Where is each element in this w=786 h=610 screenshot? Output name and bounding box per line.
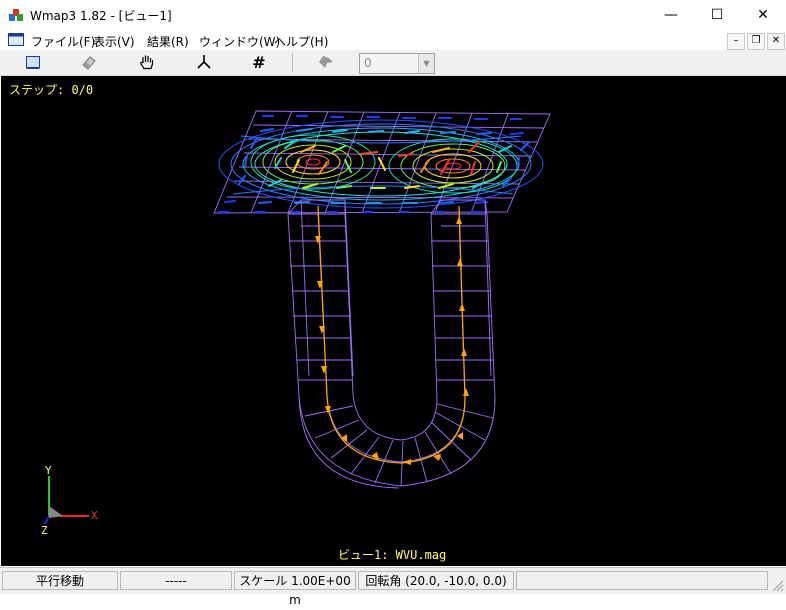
menu-file[interactable]: ファイル(F) (31, 33, 95, 50)
mdi-restore-button[interactable]: ❐ (747, 33, 765, 50)
axis-label-y: Y (45, 464, 52, 477)
axis-label-z: Z (41, 524, 48, 537)
resize-grip-icon[interactable] (770, 578, 784, 592)
shape-icon (319, 56, 333, 68)
frame-icon (26, 55, 40, 69)
maximize-button[interactable]: ☐ (694, 0, 740, 30)
document-window-icon[interactable] (8, 33, 24, 46)
status-bar: 平行移動 ----- スケール 1.00E+00 m 回転角 (20.0, -1… (0, 567, 786, 607)
hand-icon (140, 55, 154, 70)
step-select[interactable]: 0 ▼ (359, 53, 435, 74)
menu-window[interactable]: ウィンドウ(W) (199, 33, 280, 50)
view-canvas[interactable]: ステップ: 0/0 Y X Z ビュー1: WVU.mag (1, 76, 786, 566)
minimize-button[interactable]: — (648, 0, 694, 30)
window-title: Wmap3 1.82 - [ビュー1] (30, 9, 172, 23)
status-mode: 平行移動 (2, 571, 118, 590)
flow-arrows (315, 216, 469, 465)
menu-bar: ファイル(F) 表示(V) 結果(R) ウィンドウ(W) ヘルプ(H) – ❐ … (0, 30, 786, 50)
status-rotation: 回転角 (20.0, -10.0, 0.0) (358, 571, 514, 590)
eraser-icon (82, 56, 96, 70)
fit-view-button[interactable] (21, 52, 45, 72)
menu-help[interactable]: ヘルプ(H) (274, 33, 328, 50)
flow-path (317, 205, 466, 464)
menu-view[interactable]: 表示(V) (93, 33, 135, 50)
menu-result[interactable]: 結果(R) (147, 33, 189, 50)
axis-gizmo (44, 476, 89, 525)
pan-button[interactable] (135, 52, 159, 72)
status-scale: スケール 1.00E+00 m (234, 571, 356, 607)
title-bar: Wmap3 1.82 - [ビュー1] — ☐ ✕ (0, 0, 786, 30)
rotate-button[interactable] (192, 52, 216, 72)
field-plot: Y X Z (41, 110, 551, 537)
mdi-minimize-button[interactable]: – (727, 33, 745, 50)
status-empty-pane (516, 571, 768, 590)
status-value: ----- (120, 571, 232, 590)
mdi-close-button[interactable]: ✕ (767, 33, 785, 50)
step-select-value: 0 (364, 56, 372, 70)
eraser-button[interactable] (77, 52, 101, 72)
animation-button[interactable] (314, 52, 338, 72)
axis-label-x: X (91, 509, 98, 522)
app-icon (9, 9, 23, 21)
toolbar-separator (292, 53, 293, 72)
view-name-label: ビュー1: WVU.mag (338, 548, 447, 562)
axes-icon (197, 55, 211, 69)
chevron-down-icon[interactable]: ▼ (418, 54, 434, 73)
close-button[interactable]: ✕ (740, 0, 786, 30)
grid-button[interactable]: # (247, 52, 271, 72)
